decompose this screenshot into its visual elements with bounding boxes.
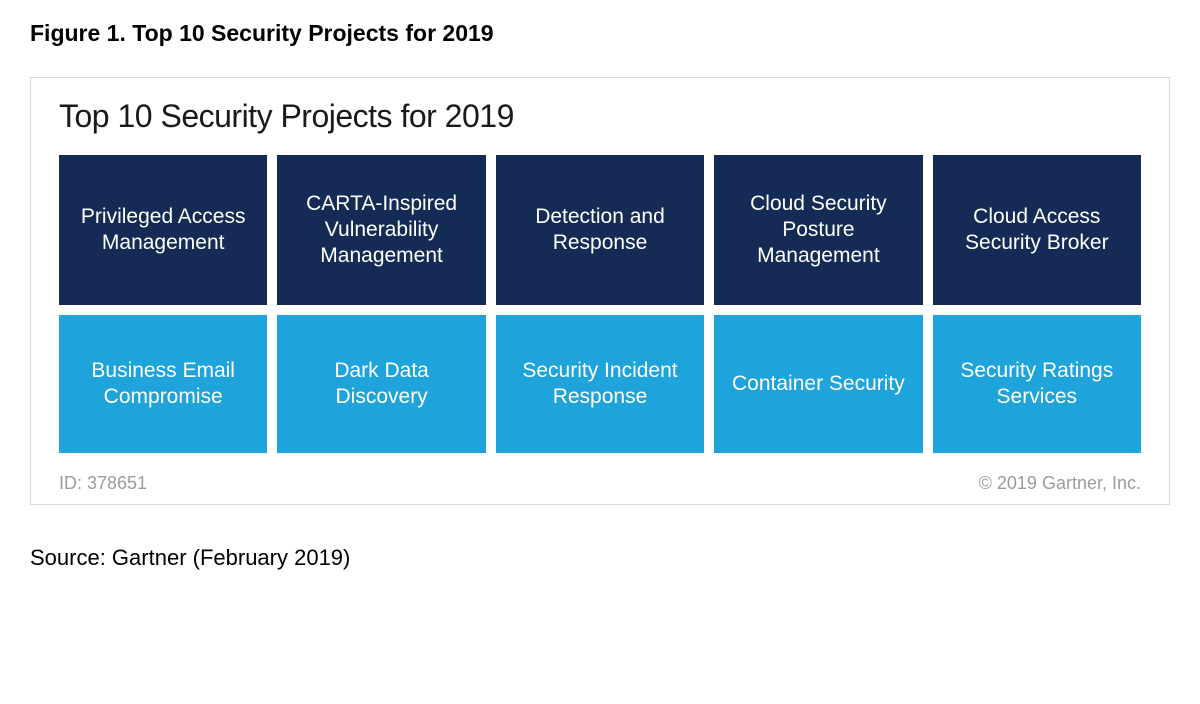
source-line: Source: Gartner (February 2019) [30,545,1170,571]
tile-detection-and-response: Detection and Response [496,155,704,305]
tile-security-ratings-services: Security Ratings Services [933,315,1141,453]
chart-container: Top 10 Security Projects for 2019 Privil… [30,77,1170,505]
figure-caption: Figure 1. Top 10 Security Projects for 2… [30,20,1170,47]
tile-business-email-compromise: Business Email Compromise [59,315,267,453]
tile-cloud-security-posture-management: Cloud Security Posture Management [714,155,922,305]
chart-copyright: © 2019 Gartner, Inc. [979,473,1141,494]
chart-id-label: ID: 378651 [59,473,147,494]
tile-carta-vulnerability-management: CARTA-Inspired Vulnerability Management [277,155,485,305]
chart-footer: ID: 378651 © 2019 Gartner, Inc. [59,467,1141,494]
tile-container-security: Container Security [714,315,922,453]
chart-title: Top 10 Security Projects for 2019 [59,98,1141,135]
tile-cloud-access-security-broker: Cloud Access Security Broker [933,155,1141,305]
tile-security-incident-response: Security Incident Response [496,315,704,453]
tile-grid: Privileged Access Management CARTA-Inspi… [59,155,1141,453]
tile-privileged-access-management: Privileged Access Management [59,155,267,305]
tile-dark-data-discovery: Dark Data Discovery [277,315,485,453]
